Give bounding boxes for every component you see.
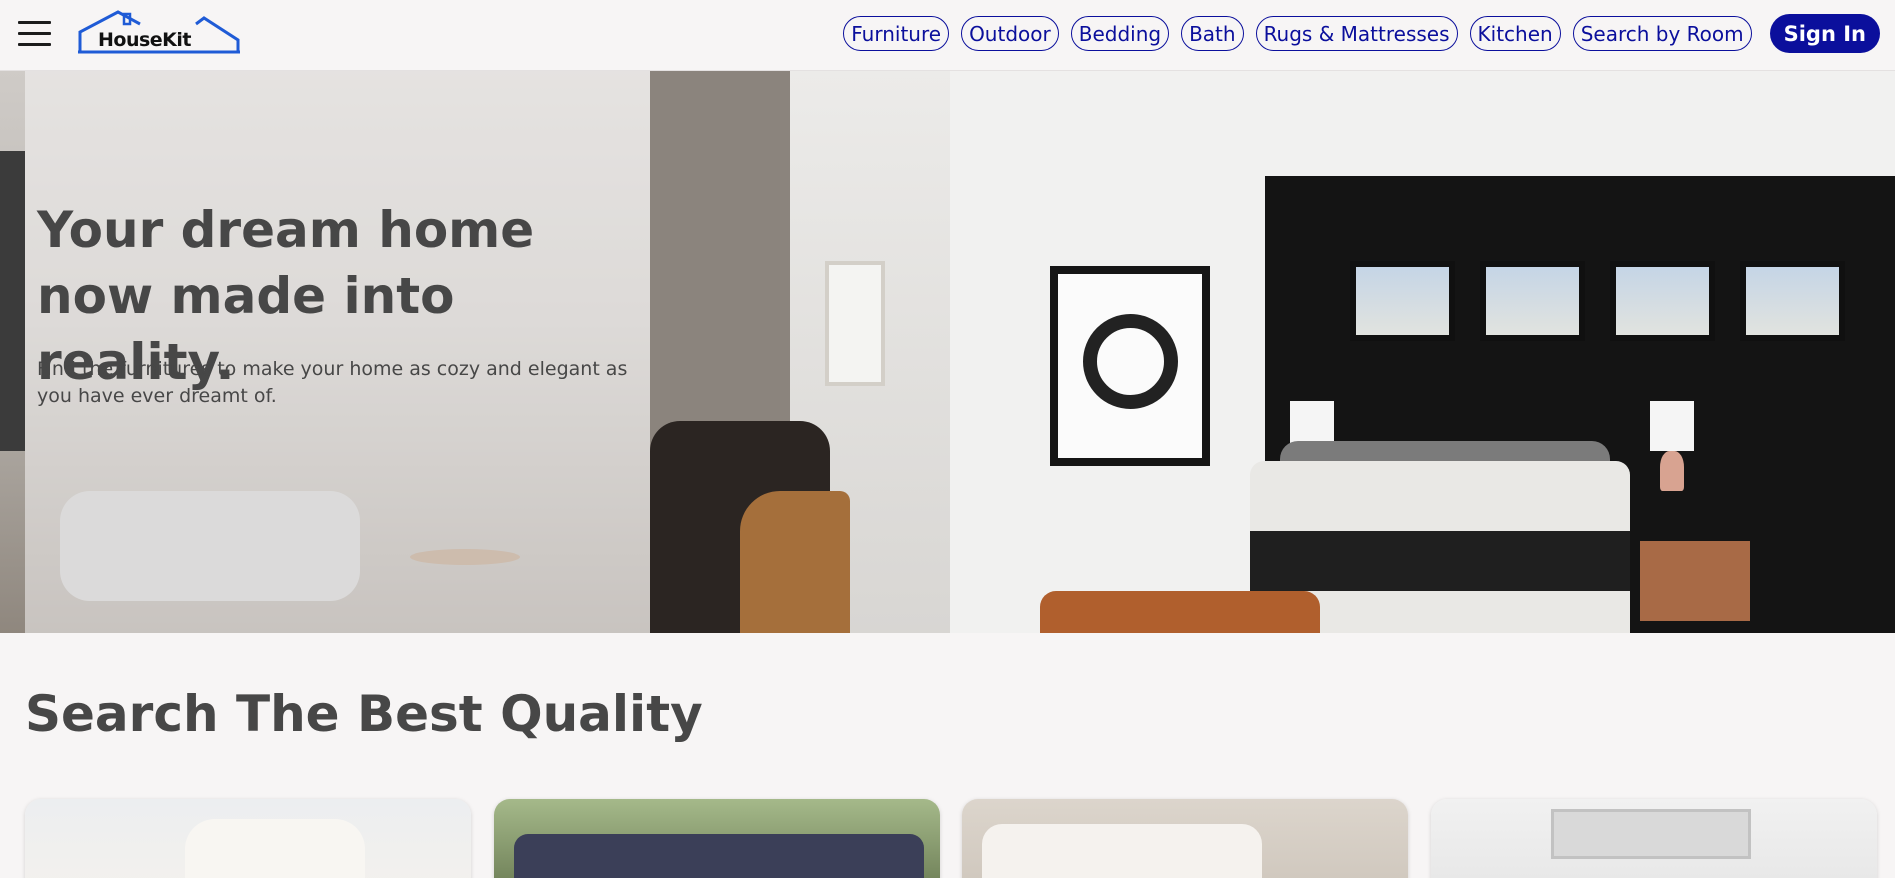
category-card-outdoor[interactable] bbox=[494, 799, 940, 878]
nav-bath[interactable]: Bath bbox=[1181, 16, 1244, 51]
window-image bbox=[1610, 261, 1715, 341]
hamburger-menu-icon[interactable] bbox=[18, 21, 51, 46]
nav-rugs-mattresses[interactable]: Rugs & Mattresses bbox=[1255, 16, 1458, 51]
nav-outdoor[interactable]: Outdoor bbox=[961, 16, 1059, 51]
logo-text: HouseKit bbox=[98, 29, 192, 51]
hero-banner: Your dream home now made into reality. F… bbox=[0, 71, 1895, 633]
category-card-bath[interactable] bbox=[1431, 799, 1877, 878]
sofa-photo bbox=[185, 819, 365, 878]
window-image bbox=[1480, 261, 1585, 341]
category-card-bedding[interactable] bbox=[962, 799, 1408, 878]
ring-artwork-image bbox=[1050, 266, 1210, 466]
section-title: Search The Best Quality bbox=[25, 685, 703, 743]
nav-bedding[interactable]: Bedding bbox=[1070, 16, 1170, 51]
nav-search-by-room[interactable]: Search by Room bbox=[1572, 16, 1752, 51]
wall-art-image bbox=[825, 261, 885, 386]
site-header: HouseKit Furniture Outdoor Bedding Bath … bbox=[0, 0, 1895, 71]
bedding-photo bbox=[982, 824, 1262, 878]
window-image bbox=[1350, 261, 1455, 341]
category-card-sofa[interactable] bbox=[25, 799, 471, 878]
bench-image bbox=[1040, 591, 1320, 633]
window-image bbox=[1740, 261, 1845, 341]
lamp-image bbox=[1650, 401, 1694, 451]
outdoor-furniture-photo bbox=[514, 834, 924, 878]
hero-subtitle: Find the furnitures to make your home as… bbox=[37, 358, 628, 407]
bedroom-image bbox=[950, 71, 1895, 633]
bath-photo bbox=[1551, 809, 1751, 859]
main-nav: Furniture Outdoor Bedding Bath Rugs & Ma… bbox=[831, 14, 1880, 53]
sign-in-button[interactable]: Sign In bbox=[1769, 14, 1880, 53]
nav-furniture[interactable]: Furniture bbox=[843, 16, 950, 51]
site-logo[interactable]: HouseKit bbox=[78, 10, 240, 54]
nav-kitchen[interactable]: Kitchen bbox=[1469, 16, 1561, 51]
